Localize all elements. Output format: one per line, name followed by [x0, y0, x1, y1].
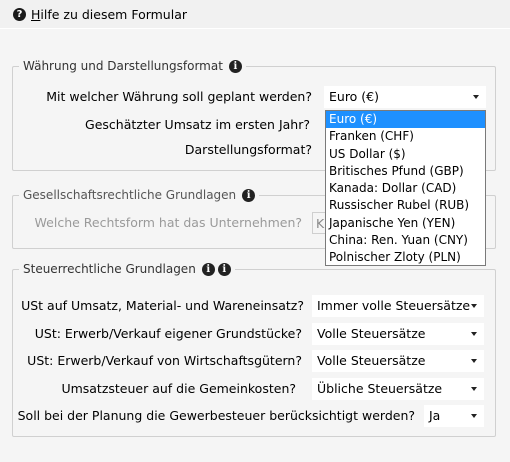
currency-option[interactable]: US Dollar ($) [326, 146, 485, 163]
currency-option[interactable]: Euro (€) [326, 111, 485, 129]
vat-overhead-select-value: Übliche Steuersätze [317, 381, 443, 396]
help-label-text: ilfe zu diesem Formular [40, 6, 188, 22]
currency-option[interactable]: Japanische Yen (YEN) [326, 215, 485, 232]
row-currency: Mit welcher Währung soll geplant werden?… [0, 86, 510, 108]
currency-option[interactable]: Russischer Rubel (RUB) [326, 197, 485, 214]
display-format-question: Darstellungsformat? [184, 142, 312, 157]
section-tax-title-text: Steuerrechtliche Grundlagen [23, 262, 196, 276]
info-icon[interactable]: i [201, 262, 215, 276]
chevron-down-icon [473, 95, 479, 99]
legal-form-select[interactable]: K [312, 212, 326, 234]
vat-sales-select-value: Immer volle Steuersätze [317, 298, 471, 313]
currency-select-value: Euro (€) [329, 89, 380, 104]
chevron-down-icon [471, 304, 477, 308]
currency-dropdown-list[interactable]: Euro (€) Franken (CHF) US Dollar ($) Britis… [325, 110, 486, 266]
legal-form-question: Welche Rechtsform hat das Unternehmen? [34, 215, 302, 230]
row-vat-sales: USt auf Umsatz, Material- und Wareneinsa… [0, 295, 510, 317]
info-icon[interactable]: i [217, 262, 231, 276]
row-vat-assets: USt: Erwerb/Verkauf von Wirtschaftsgüter… [0, 350, 510, 372]
section-currency-title-text: Währung und Darstellungsformat [23, 59, 223, 73]
section-currency-title: Währung und Darstellungsformat i [19, 58, 246, 74]
help-label[interactable]: Hilfe zu diesem Formular [31, 7, 187, 22]
info-icon[interactable]: i [242, 188, 256, 202]
revenue-question: Geschätzter Umsatz im ersten Jahr? [85, 117, 310, 132]
vat-sales-select[interactable]: Immer volle Steuersätze [312, 295, 484, 317]
help-link[interactable]: ? Hilfe zu diesem Formular [13, 6, 187, 22]
row-vat-property: USt: Erwerb/Verkauf eigener Grundstücke?… [0, 323, 510, 345]
legal-form-select-value: K [316, 216, 325, 231]
currency-option[interactable]: Kanada: Dollar (CAD) [326, 180, 485, 197]
currency-option[interactable]: Britisches Pfund (GBP) [326, 163, 485, 180]
vat-assets-select[interactable]: Volle Steuersätze [312, 350, 484, 372]
chevron-down-icon [471, 387, 477, 391]
vat-property-question: USt: Erwerb/Verkauf eigener Grundstücke? [34, 326, 302, 341]
currency-question: Mit welcher Währung soll geplant werden? [46, 89, 312, 104]
section-legal-title-text: Gesellschaftsrechtliche Grundlagen [23, 188, 237, 202]
vat-sales-question: USt auf Umsatz, Material- und Wareneinsa… [21, 298, 304, 313]
trade-tax-question: Soll bei der Planung die Gewerbesteuer b… [17, 408, 415, 423]
vat-property-select[interactable]: Volle Steuersätze [312, 323, 484, 345]
info-icon[interactable]: i [228, 59, 242, 73]
vat-property-select-value: Volle Steuersätze [317, 326, 426, 341]
currency-option[interactable]: Franken (CHF) [326, 128, 485, 145]
chevron-down-icon [471, 414, 477, 418]
chevron-down-icon [471, 332, 477, 336]
currency-option[interactable]: China: Ren. Yuan (CNY) [326, 232, 485, 249]
help-label-accesskey: H [31, 6, 41, 22]
vat-overhead-question: Umsatzsteuer auf die Gemeinkosten? [61, 381, 296, 396]
trade-tax-select-value: Ja [429, 408, 441, 423]
row-vat-overhead: Umsatzsteuer auf die Gemeinkosten? Üblic… [0, 378, 510, 400]
help-icon: ? [13, 7, 26, 21]
currency-select[interactable]: Euro (€) [324, 86, 486, 108]
vat-assets-question: USt: Erwerb/Verkauf von Wirtschaftsgüter… [27, 353, 302, 368]
vat-overhead-select[interactable]: Übliche Steuersätze [312, 378, 484, 400]
row-trade-tax: Soll bei der Planung die Gewerbesteuer b… [0, 405, 510, 427]
vat-assets-select-value: Volle Steuersätze [317, 353, 426, 368]
chevron-down-icon [471, 359, 477, 363]
section-tax-title: Steuerrechtliche Grundlagen i i [19, 261, 235, 277]
section-legal-title: Gesellschaftsrechtliche Grundlagen i [19, 187, 260, 203]
currency-option[interactable]: Polnischer Zloty (PLN) [326, 249, 485, 266]
trade-tax-select[interactable]: Ja [424, 405, 484, 427]
